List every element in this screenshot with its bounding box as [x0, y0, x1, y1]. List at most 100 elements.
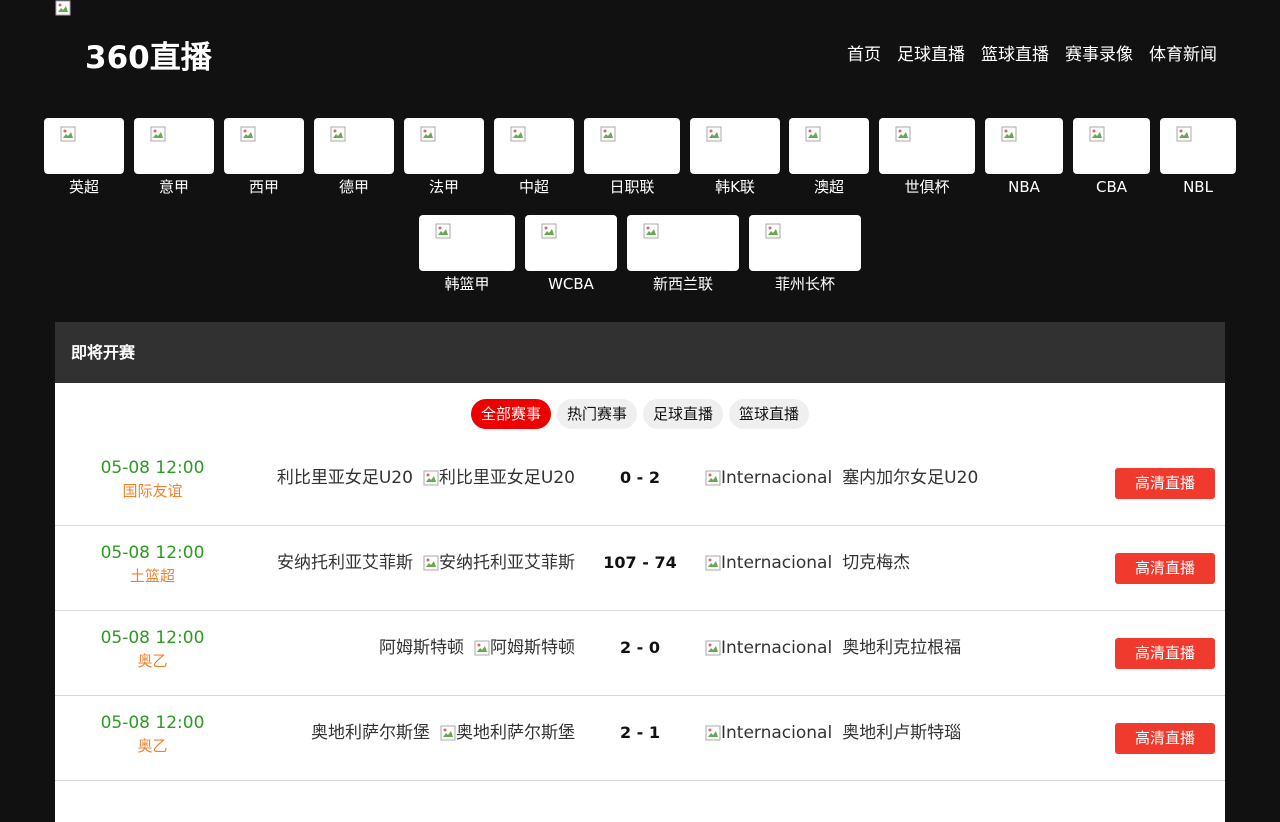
- league-logo[interactable]: [314, 118, 394, 174]
- nav-match-replays[interactable]: 赛事录像: [1065, 40, 1133, 65]
- hd-live-button[interactable]: 高清直播: [1115, 553, 1215, 584]
- league-card[interactable]: 世俱杯: [879, 118, 975, 197]
- league-logo-icon: [150, 126, 166, 142]
- league-card[interactable]: 法甲: [404, 118, 484, 197]
- filter-all[interactable]: 全部赛事: [470, 399, 551, 429]
- league-name: CBA: [1095, 178, 1128, 196]
- filter-basketball[interactable]: 篮球直播: [729, 399, 810, 429]
- league-name: 日职联: [609, 178, 655, 196]
- league-logo[interactable]: [627, 215, 739, 271]
- nav-home[interactable]: 首页: [847, 40, 881, 65]
- match-row: 05-08 12:00 奥乙 阿姆斯特顿 阿姆斯特顿 2 - 0 Internaciona…: [55, 611, 1225, 696]
- site-logo-text[interactable]: 360直播: [85, 32, 212, 77]
- league-card[interactable]: 澳超: [789, 118, 869, 197]
- hd-live-button[interactable]: 高清直播: [1115, 468, 1215, 499]
- match-time: 05-08 12:00: [100, 458, 205, 478]
- league-logo-icon: [60, 126, 76, 142]
- home-team: 奥地利萨尔斯堡 奥地利萨尔斯堡: [311, 721, 575, 745]
- league-logo[interactable]: [44, 118, 124, 174]
- league-card[interactable]: NBA: [985, 118, 1063, 197]
- match-league: 奥乙: [137, 737, 168, 755]
- home-team-logo: 阿姆斯特顿: [474, 636, 575, 660]
- home-team-logo-alt: 安纳托利亚艾菲斯: [439, 553, 575, 573]
- league-name: WCBA: [548, 275, 594, 293]
- team-logo-icon: [705, 725, 721, 741]
- filter-hot[interactable]: 热门赛事: [556, 399, 637, 429]
- league-logo[interactable]: [690, 118, 780, 174]
- league-row-1: 英超 意甲 西甲 德甲 法甲 中超 日职联 韩K联 澳超 世俱杯 NBA CBA NBL: [0, 118, 1280, 208]
- league-card[interactable]: 韩K联: [690, 118, 780, 197]
- away-team-name: 塞内加尔女足U20: [842, 468, 979, 488]
- nav-basketball-live[interactable]: 篮球直播: [981, 40, 1049, 65]
- league-card[interactable]: WCBA: [525, 215, 617, 294]
- league-logo[interactable]: [525, 215, 617, 271]
- away-team: Internacional 塞内加尔女足U20: [705, 466, 978, 490]
- nav-football-live[interactable]: 足球直播: [897, 40, 965, 65]
- league-card[interactable]: 韩篮甲: [419, 215, 515, 294]
- league-logo[interactable]: [134, 118, 214, 174]
- league-card[interactable]: 西甲: [224, 118, 304, 197]
- league-card[interactable]: 菲州长杯: [749, 215, 861, 294]
- league-logo-icon: [765, 223, 781, 239]
- league-logo[interactable]: [1160, 118, 1236, 174]
- nav-sports-news[interactable]: 体育新闻: [1149, 40, 1217, 65]
- league-card[interactable]: 英超: [44, 118, 124, 197]
- team-logo-icon: [440, 725, 456, 741]
- league-logo[interactable]: [404, 118, 484, 174]
- site-header: 360直播 首页 足球直播 篮球直播 赛事录像 体育新闻: [0, 0, 1280, 100]
- home-team-logo: 安纳托利亚艾菲斯: [423, 551, 575, 575]
- home-team-name: 利比里亚女足U20: [276, 468, 413, 488]
- league-card[interactable]: NBL: [1160, 118, 1236, 197]
- team-logo-icon: [705, 640, 721, 656]
- home-team-name: 安纳托利亚艾菲斯: [277, 553, 413, 573]
- league-logo[interactable]: [494, 118, 574, 174]
- home-team-name: 阿姆斯特顿: [379, 638, 464, 658]
- home-team: 阿姆斯特顿 阿姆斯特顿: [379, 636, 575, 660]
- league-logo-icon: [1089, 126, 1105, 142]
- match-time: 05-08 12:00: [100, 713, 205, 733]
- league-name: 法甲: [428, 178, 459, 196]
- league-name: 韩K联: [715, 178, 755, 196]
- league-logo-icon: [1176, 126, 1192, 142]
- league-logo[interactable]: [879, 118, 975, 174]
- league-logo-icon: [435, 223, 451, 239]
- league-name: 英超: [68, 178, 99, 196]
- league-logo-icon: [510, 126, 526, 142]
- away-team-logo-alt: Internacional: [721, 553, 833, 573]
- league-card[interactable]: 意甲: [134, 118, 214, 197]
- league-logo[interactable]: [1073, 118, 1150, 174]
- league-logo[interactable]: [749, 215, 861, 271]
- league-card[interactable]: 中超: [494, 118, 574, 197]
- hd-live-button[interactable]: 高清直播: [1115, 638, 1215, 669]
- league-logo-icon: [330, 126, 346, 142]
- league-card[interactable]: CBA: [1073, 118, 1150, 197]
- filter-football[interactable]: 足球直播: [643, 399, 724, 429]
- league-logo-icon: [1001, 126, 1017, 142]
- team-logo-icon: [705, 555, 721, 571]
- league-logo[interactable]: [419, 215, 515, 271]
- match-row: 05-08 12:00 土篮超 安纳托利亚艾菲斯 安纳托利亚艾菲斯 107 - 74 In…: [55, 526, 1225, 611]
- league-name: 中超: [518, 178, 549, 196]
- away-team-name: 奥地利卢斯特瑙: [842, 723, 962, 743]
- filter-tabs: 全部赛事 热门赛事 足球直播 篮球直播: [55, 383, 1225, 441]
- league-name: 意甲: [158, 178, 189, 196]
- league-logo[interactable]: [985, 118, 1063, 174]
- league-card[interactable]: 德甲: [314, 118, 394, 197]
- upcoming-matches-section: 即将开赛 全部赛事 热门赛事 足球直播 篮球直播 05-08 12:00 国际友谊 利比里…: [55, 322, 1225, 822]
- league-name: 西甲: [248, 178, 279, 196]
- away-team-logo-alt: Internacional: [721, 723, 833, 743]
- away-team: Internacional 奥地利克拉根福: [705, 636, 961, 660]
- league-row-2: 韩篮甲 WCBA 新西兰联 菲州长杯: [0, 215, 1280, 305]
- league-card[interactable]: 新西兰联: [627, 215, 739, 294]
- league-logo-icon: [420, 126, 436, 142]
- hd-live-button[interactable]: 高清直播: [1115, 723, 1215, 754]
- league-logo[interactable]: [584, 118, 680, 174]
- league-card[interactable]: 日职联: [584, 118, 680, 197]
- league-name: 新西兰联: [652, 275, 713, 293]
- logo-image-icon[interactable]: [55, 0, 71, 16]
- league-logo[interactable]: [224, 118, 304, 174]
- home-team-logo-alt: 阿姆斯特顿: [490, 638, 575, 658]
- away-team-logo-alt: Internacional: [721, 468, 833, 488]
- away-team-logo: Internacional: [705, 636, 832, 660]
- league-logo[interactable]: [789, 118, 869, 174]
